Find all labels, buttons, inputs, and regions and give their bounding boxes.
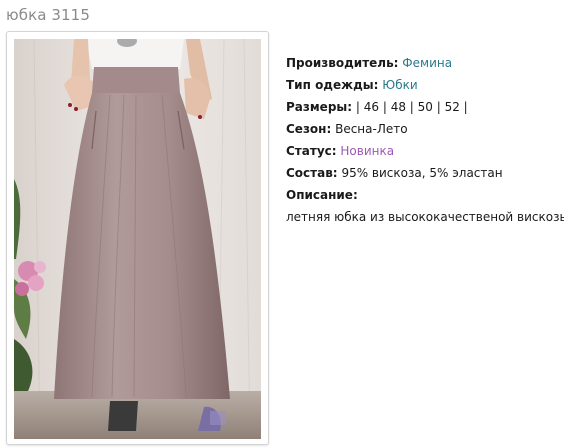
clothing-type-label: Тип одежды:	[286, 78, 379, 92]
clothing-type-row: Тип одежды: Юбки	[286, 74, 562, 96]
manufacturer-label: Производитель:	[286, 56, 399, 70]
sizes-row: Размеры: | 46 | 48 | 50 | 52 |	[286, 96, 562, 118]
description-label: Описание:	[286, 188, 358, 202]
manufacturer-link[interactable]: Фемина	[402, 56, 452, 70]
status-label: Статус:	[286, 144, 337, 158]
composition-label: Состав:	[286, 166, 338, 180]
product-photo[interactable]	[14, 39, 261, 439]
product-title: юбка 3115	[6, 6, 90, 24]
description-text: летняя юбка из высококачественой вискозы…	[286, 210, 564, 224]
product-details: Производитель: Фемина Тип одежды: Юбки Р…	[286, 52, 564, 228]
composition-value: 95% вискоза, 5% эластан	[341, 166, 503, 180]
description-text-row: летняя юбка из высококачественой вискозы…	[286, 206, 564, 228]
season-label: Сезон:	[286, 122, 332, 136]
sizes-value: | 46 | 48 | 50 | 52 |	[355, 100, 468, 114]
product-photo-frame[interactable]	[6, 31, 269, 445]
manufacturer-row: Производитель: Фемина	[286, 52, 562, 74]
season-value: Весна-Лето	[335, 122, 408, 136]
description-row: Описание:	[286, 184, 562, 206]
product-photo-image	[14, 39, 261, 439]
product-page: юбка 3115 Производитель: Фемина Тип одеж…	[0, 0, 564, 448]
composition-row: Состав: 95% вискоза, 5% эластан	[286, 162, 562, 184]
status-link[interactable]: Новинка	[340, 144, 394, 158]
sizes-label: Размеры:	[286, 100, 353, 114]
clothing-type-link[interactable]: Юбки	[382, 78, 417, 92]
season-row: Сезон: Весна-Лето	[286, 118, 562, 140]
status-row: Статус: Новинка	[286, 140, 562, 162]
